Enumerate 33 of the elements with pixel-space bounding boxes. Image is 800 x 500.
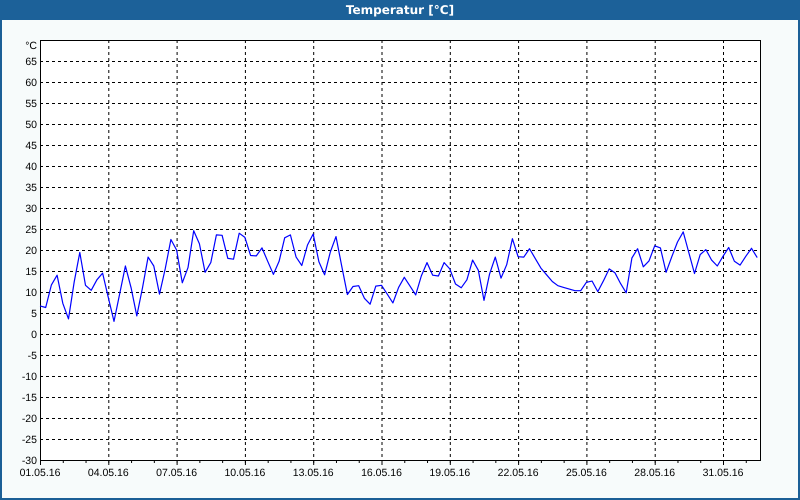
x-tick-label: 25.05.16 bbox=[566, 467, 607, 479]
x-tick-label: 10.05.16 bbox=[224, 467, 266, 479]
x-tick-label: 01.05.16 bbox=[20, 467, 60, 479]
x-tick-label: 16.05.16 bbox=[361, 467, 402, 479]
y-tick-label: 15 bbox=[25, 266, 37, 278]
y-tick-label: -10 bbox=[22, 371, 37, 383]
y-tick-label: 30 bbox=[25, 203, 37, 215]
y-tick-label: 25 bbox=[25, 224, 37, 236]
y-tick-label: 50 bbox=[25, 119, 37, 131]
y-tick-label: -30 bbox=[22, 455, 37, 467]
x-tick-label: 31.05.16 bbox=[702, 467, 744, 479]
y-tick-label: -5 bbox=[28, 350, 37, 362]
y-tick-label: 40 bbox=[25, 161, 37, 173]
y-tick-label: 55 bbox=[25, 98, 37, 110]
window-title: Temperatur [°C] bbox=[346, 3, 454, 17]
y-tick-label: 65 bbox=[25, 56, 37, 68]
x-tick-label: 28.05.16 bbox=[634, 467, 676, 479]
y-tick-label: 45 bbox=[25, 140, 37, 152]
y-tick-label: 60 bbox=[25, 77, 37, 89]
y-axis-unit: °C bbox=[25, 40, 37, 52]
y-tick-label: 20 bbox=[25, 245, 37, 257]
x-tick-label: 19.05.16 bbox=[429, 467, 470, 479]
x-tick-label: 13.05.16 bbox=[292, 467, 334, 479]
y-tick-label: 0 bbox=[31, 329, 37, 341]
x-tick-label: 07.05.16 bbox=[156, 467, 198, 479]
x-tick-label: 04.05.16 bbox=[88, 467, 129, 479]
x-tick-label: 22.05.16 bbox=[498, 467, 539, 479]
y-tick-label: 10 bbox=[25, 287, 37, 299]
y-tick-label: -20 bbox=[22, 413, 37, 425]
y-tick-label: 5 bbox=[31, 308, 37, 320]
y-tick-label: 35 bbox=[25, 182, 37, 194]
y-tick-label: -25 bbox=[22, 434, 37, 446]
y-tick-label: -15 bbox=[22, 392, 37, 404]
